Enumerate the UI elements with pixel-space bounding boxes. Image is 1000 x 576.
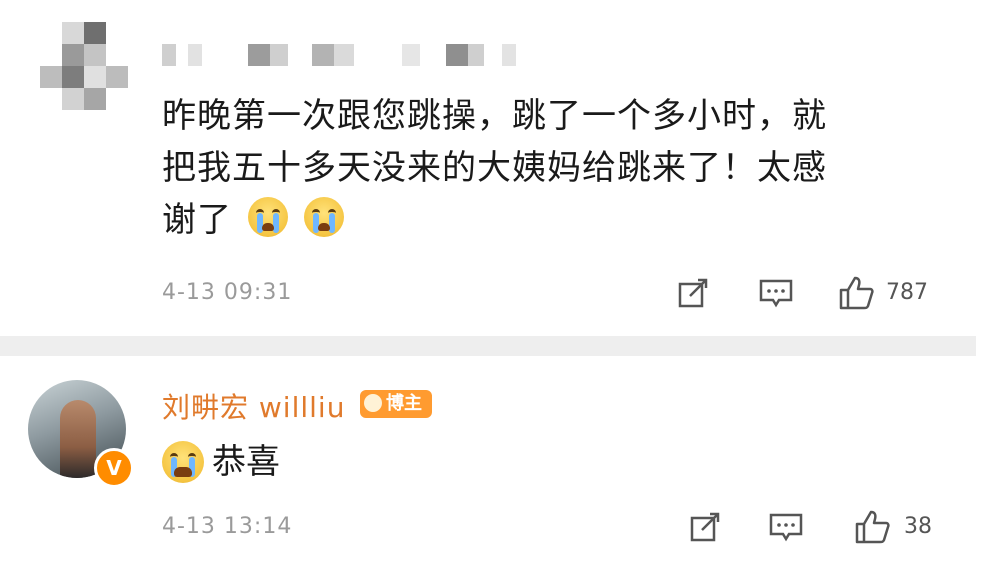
timestamp: 4-13 09:31 xyxy=(162,280,293,305)
comment-item: 昨晚第一次跟您跳操，跳了一个多小时，就 把我五十多天没来的大姨妈给跳来了！太感 … xyxy=(0,0,1000,336)
like-icon[interactable] xyxy=(854,510,890,544)
comment-icon[interactable] xyxy=(768,510,804,544)
timestamp: 4-13 13:14 xyxy=(162,514,293,539)
comment-text: 恭喜 xyxy=(162,440,280,484)
blurred-username[interactable] xyxy=(162,44,542,68)
comment-text: 昨晚第一次跟您跳操，跳了一个多小时，就 把我五十多天没来的大姨妈给跳来了！太感 … xyxy=(162,90,952,246)
comment-item: V 刘畊宏 willliu 博主 恭喜 4-13 13:14 38 xyxy=(0,356,1000,576)
crying-face-icon xyxy=(247,197,288,237)
blogger-badge: 博主 xyxy=(360,390,432,418)
like-icon[interactable] xyxy=(838,276,874,310)
joyful-crying-face-icon xyxy=(162,441,204,483)
comment-text-line: 昨晚第一次跟您跳操，跳了一个多小时，就 xyxy=(162,96,827,136)
author-name[interactable]: 刘畊宏 willliu xyxy=(162,386,345,426)
comment-meta: 4-13 13:14 38 xyxy=(162,510,952,544)
section-divider xyxy=(0,336,976,356)
blurred-avatar[interactable] xyxy=(40,22,140,122)
like-count: 787 xyxy=(886,280,928,305)
comment-icon[interactable] xyxy=(758,276,794,310)
blogger-badge-icon xyxy=(364,394,382,412)
comment-meta: 4-13 09:31 787 xyxy=(162,276,952,310)
verified-icon: V xyxy=(94,448,134,488)
like-count: 38 xyxy=(904,514,932,539)
repost-icon[interactable] xyxy=(688,510,724,544)
comment-text-line: 谢了 xyxy=(162,194,952,246)
repost-icon[interactable] xyxy=(676,276,712,310)
crying-face-icon xyxy=(303,197,344,237)
comment-text-line: 把我五十多天没来的大姨妈给跳来了！太感 xyxy=(162,148,827,188)
